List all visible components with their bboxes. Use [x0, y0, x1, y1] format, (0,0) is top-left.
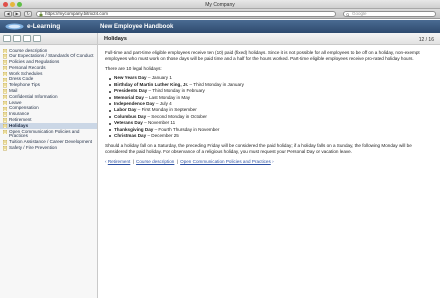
lesson-content: Full-time and part-time eligible employe… [105, 50, 433, 165]
content-header: Holidays 12 / 16 [98, 33, 440, 45]
elearning-logo-icon [5, 23, 24, 30]
lesson-page-icon [3, 124, 7, 129]
sidebar-item[interactable]: Open Communication Policies and Practice… [0, 129, 97, 140]
table-of-contents: Course description Our Expectations / Sta… [0, 45, 97, 151]
forward-arrow-icon: ▶ [15, 11, 19, 16]
glossary-tool-icon[interactable] [23, 35, 31, 42]
page-counter: 12 / 16 [418, 36, 434, 43]
holiday-date: – Second Monday in October [146, 113, 207, 119]
holiday-item: Christmas Day – December 25 [109, 133, 433, 139]
holiday-list: New Years Day – January 1 Birthday of Mar… [105, 75, 433, 139]
sidebar-toolbar [0, 33, 97, 45]
print-tool-icon[interactable] [33, 35, 41, 42]
lesson-page-icon [3, 140, 7, 145]
holiday-date: – First Monday in September [136, 107, 197, 113]
lesson-page-icon [3, 48, 7, 54]
holiday-date: – July 4 [154, 101, 172, 107]
search-field[interactable]: Google [343, 11, 436, 17]
prev-lesson-link[interactable]: Retirement [108, 159, 130, 164]
lesson-page-icon [3, 100, 7, 106]
nav-separator: | [176, 159, 178, 165]
lesson-navigation: ‹ Retirement | Course description | Open… [105, 159, 433, 165]
holiday-note: Should a holiday fall on a Saturday, the… [105, 143, 412, 155]
browser-toolbar: ◀ ▶ ↻ https://mycompany.bitrix24.com Goo… [0, 9, 440, 19]
contents-tool-icon[interactable] [3, 35, 11, 42]
holiday-name: Veterans Day [114, 120, 143, 126]
next-lesson-link[interactable]: Open Communication Policies and Practice… [180, 159, 271, 164]
app-header: e-Learning New Employee Handbook [0, 20, 440, 33]
holiday-name: Thanksgiving Day [114, 126, 154, 132]
sidebar: Course description Our Expectations / Sta… [0, 33, 98, 298]
holiday-name: Independence Day [114, 101, 155, 107]
holiday-date: – Third Monday in February [147, 88, 205, 94]
sidebar-item-label: Safety / Fire Prevention [9, 145, 58, 151]
course-title: New Employee Handbook [100, 23, 174, 30]
search-tool-icon[interactable] [13, 35, 21, 42]
intro-paragraph: Full-time and part-time eligible employe… [105, 50, 420, 61]
holiday-count-text: There are 10 legal holidays: [105, 65, 162, 71]
brand-name: e-Learning [27, 23, 61, 30]
holiday-date: – January 1 [146, 75, 172, 81]
contents-link[interactable]: Course description [136, 159, 174, 164]
lesson-page-icon [3, 106, 7, 112]
reload-icon: ↻ [26, 11, 30, 16]
holiday-date: – December 25 [146, 133, 179, 139]
holiday-name: Birthday of Martin Luther King, Jr. [114, 81, 189, 87]
lock-icon [39, 12, 43, 17]
nav-separator: | [132, 159, 134, 165]
address-bar[interactable]: https://mycompany.bitrix24.com [36, 11, 336, 17]
sidebar-item-label: Open Communication Policies and Practice… [9, 128, 80, 139]
lesson-page-icon [3, 95, 7, 100]
lesson-page-icon [3, 54, 7, 59]
holiday-name: Memorial Day [114, 94, 144, 100]
holiday-date: – November 11 [142, 120, 176, 126]
lesson-page-icon [3, 71, 7, 77]
prev-arrow-icon: ‹ [105, 159, 107, 165]
brand: e-Learning [5, 23, 60, 30]
holiday-name: Presidents Day [114, 88, 148, 94]
sidebar-item[interactable]: Safety / Fire Prevention [0, 145, 97, 152]
holiday-name: Christmas Day [114, 133, 147, 139]
lesson-page-icon [3, 60, 7, 65]
lesson-page-icon [3, 129, 7, 135]
holiday-date: – Third Monday in January [188, 81, 244, 87]
holiday-date: – Last Monday in May [143, 94, 191, 100]
lesson-page-icon [3, 118, 7, 123]
lesson-page-icon [3, 66, 7, 71]
reload-button[interactable]: ↻ [24, 11, 32, 17]
lesson-page-icon [3, 83, 7, 88]
lesson-title: Holidays [104, 36, 127, 42]
lesson-page-icon [3, 112, 7, 117]
forward-button[interactable]: ▶ [13, 11, 21, 17]
holiday-name: New Years Day [114, 75, 147, 81]
window-titlebar: My Company [0, 0, 440, 9]
holiday-name: Labor Day [114, 107, 137, 113]
holiday-date: – Fourth Thursday in November [153, 126, 220, 132]
window-title: My Company [205, 1, 235, 8]
lesson-page-icon [3, 89, 7, 94]
lesson-page-icon [3, 77, 7, 83]
search-placeholder: Google [352, 11, 367, 16]
lesson-page-icon [3, 146, 7, 151]
url-text: https://mycompany.bitrix24.com [45, 11, 108, 16]
search-icon [346, 12, 350, 17]
next-arrow-icon: › [272, 159, 274, 165]
holiday-name: Columbus Day [114, 113, 147, 119]
back-arrow-icon: ◀ [6, 11, 10, 16]
back-button[interactable]: ◀ [4, 11, 12, 17]
